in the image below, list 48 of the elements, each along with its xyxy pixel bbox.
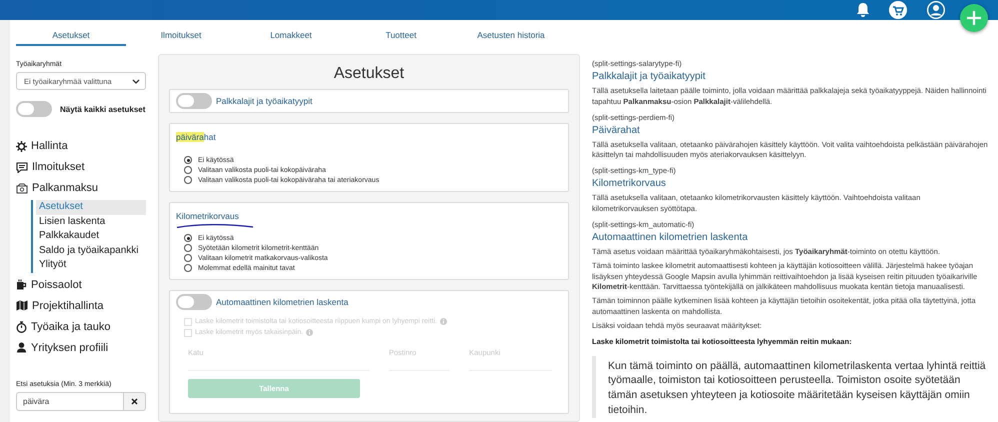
setting-title: Automaattinen kilometrien laskenta	[216, 297, 348, 307]
search-field[interactable]: päivära	[16, 392, 124, 410]
tab[interactable]: Tuotteet	[346, 28, 456, 46]
setting-title: Kilometrikorvaus	[176, 211, 239, 221]
setting-title: Palkkalajit ja työaikatyypit	[216, 96, 312, 106]
help-title: Päivärahat	[592, 124, 641, 136]
tab[interactable]: Asetusten historia	[456, 28, 566, 46]
help-title: Palkkalajit ja työaikatyypit	[592, 70, 706, 83]
nav-subitem[interactable]: Palkkakaudet	[36, 229, 146, 244]
mug-icon	[16, 279, 27, 290]
person-icon	[16, 342, 27, 353]
help-title: Automaattinen kilometrien laskenta	[592, 230, 749, 244]
nav-item[interactable]: Työaika ja tauko	[16, 318, 146, 336]
nav-subitem[interactable]: Lisien laskenta	[36, 214, 146, 229]
info-icon	[306, 329, 314, 336]
toggle-switch[interactable]	[16, 101, 52, 117]
toggle-label: Näytä kaikki asetukset	[60, 104, 146, 114]
gear-icon	[16, 140, 27, 152]
info-icon	[440, 318, 447, 325]
nav-item[interactable]: Yrityksen profiili	[16, 338, 146, 356]
message-icon	[16, 162, 28, 172]
plus-icon	[966, 10, 982, 26]
nav-subitem[interactable]: Saldo ja työaikapankki	[36, 244, 146, 258]
nav-item[interactable]: Ilmoitukset	[16, 158, 146, 176]
cart-icon[interactable]	[888, 1, 908, 19]
toggle-switch[interactable]	[176, 93, 212, 109]
tab[interactable]: Ilmoitukset	[126, 28, 236, 46]
user-icon[interactable]	[926, 1, 946, 19]
panel-title: Asetukset	[332, 65, 406, 83]
nav-item[interactable]: Poissaolot	[16, 276, 146, 294]
add-button[interactable]	[960, 4, 988, 32]
nav-item[interactable]: Hallinta	[16, 137, 146, 155]
help-title: Kilometrikorvaus	[592, 177, 667, 190]
close-icon	[131, 398, 138, 404]
nav-item[interactable]: Palkanmaksu	[16, 179, 146, 197]
setting-title: päivärahat	[176, 132, 216, 142]
quote-text: Kun tämä toiminto on päällä, automaattinen kilometrilaskenta vertaa lyhintä reittiä työmaalle, toimiston tai kotiosoitteen perusteella. Toimiston osoite syötetään tämän asetuksen yhteyteen ja kotiosoite määritetään kyseisen käyttäjän omiin tietoihin.	[592, 356, 988, 418]
nav-subitem[interactable]: Asetukset	[36, 200, 146, 214]
tab[interactable]: Lomakkeet	[236, 28, 346, 46]
nav-subitem[interactable]: Ylityöt	[36, 258, 146, 272]
nav-item[interactable]: Projektihallinta	[16, 296, 146, 314]
map-icon	[16, 300, 28, 311]
chevron-down-icon	[132, 78, 140, 84]
bell-icon[interactable]	[856, 2, 870, 18]
money-icon	[16, 182, 28, 194]
stopwatch-icon	[16, 320, 27, 332]
clear-button[interactable]	[124, 392, 146, 410]
tab[interactable]: Asetukset	[16, 28, 126, 46]
